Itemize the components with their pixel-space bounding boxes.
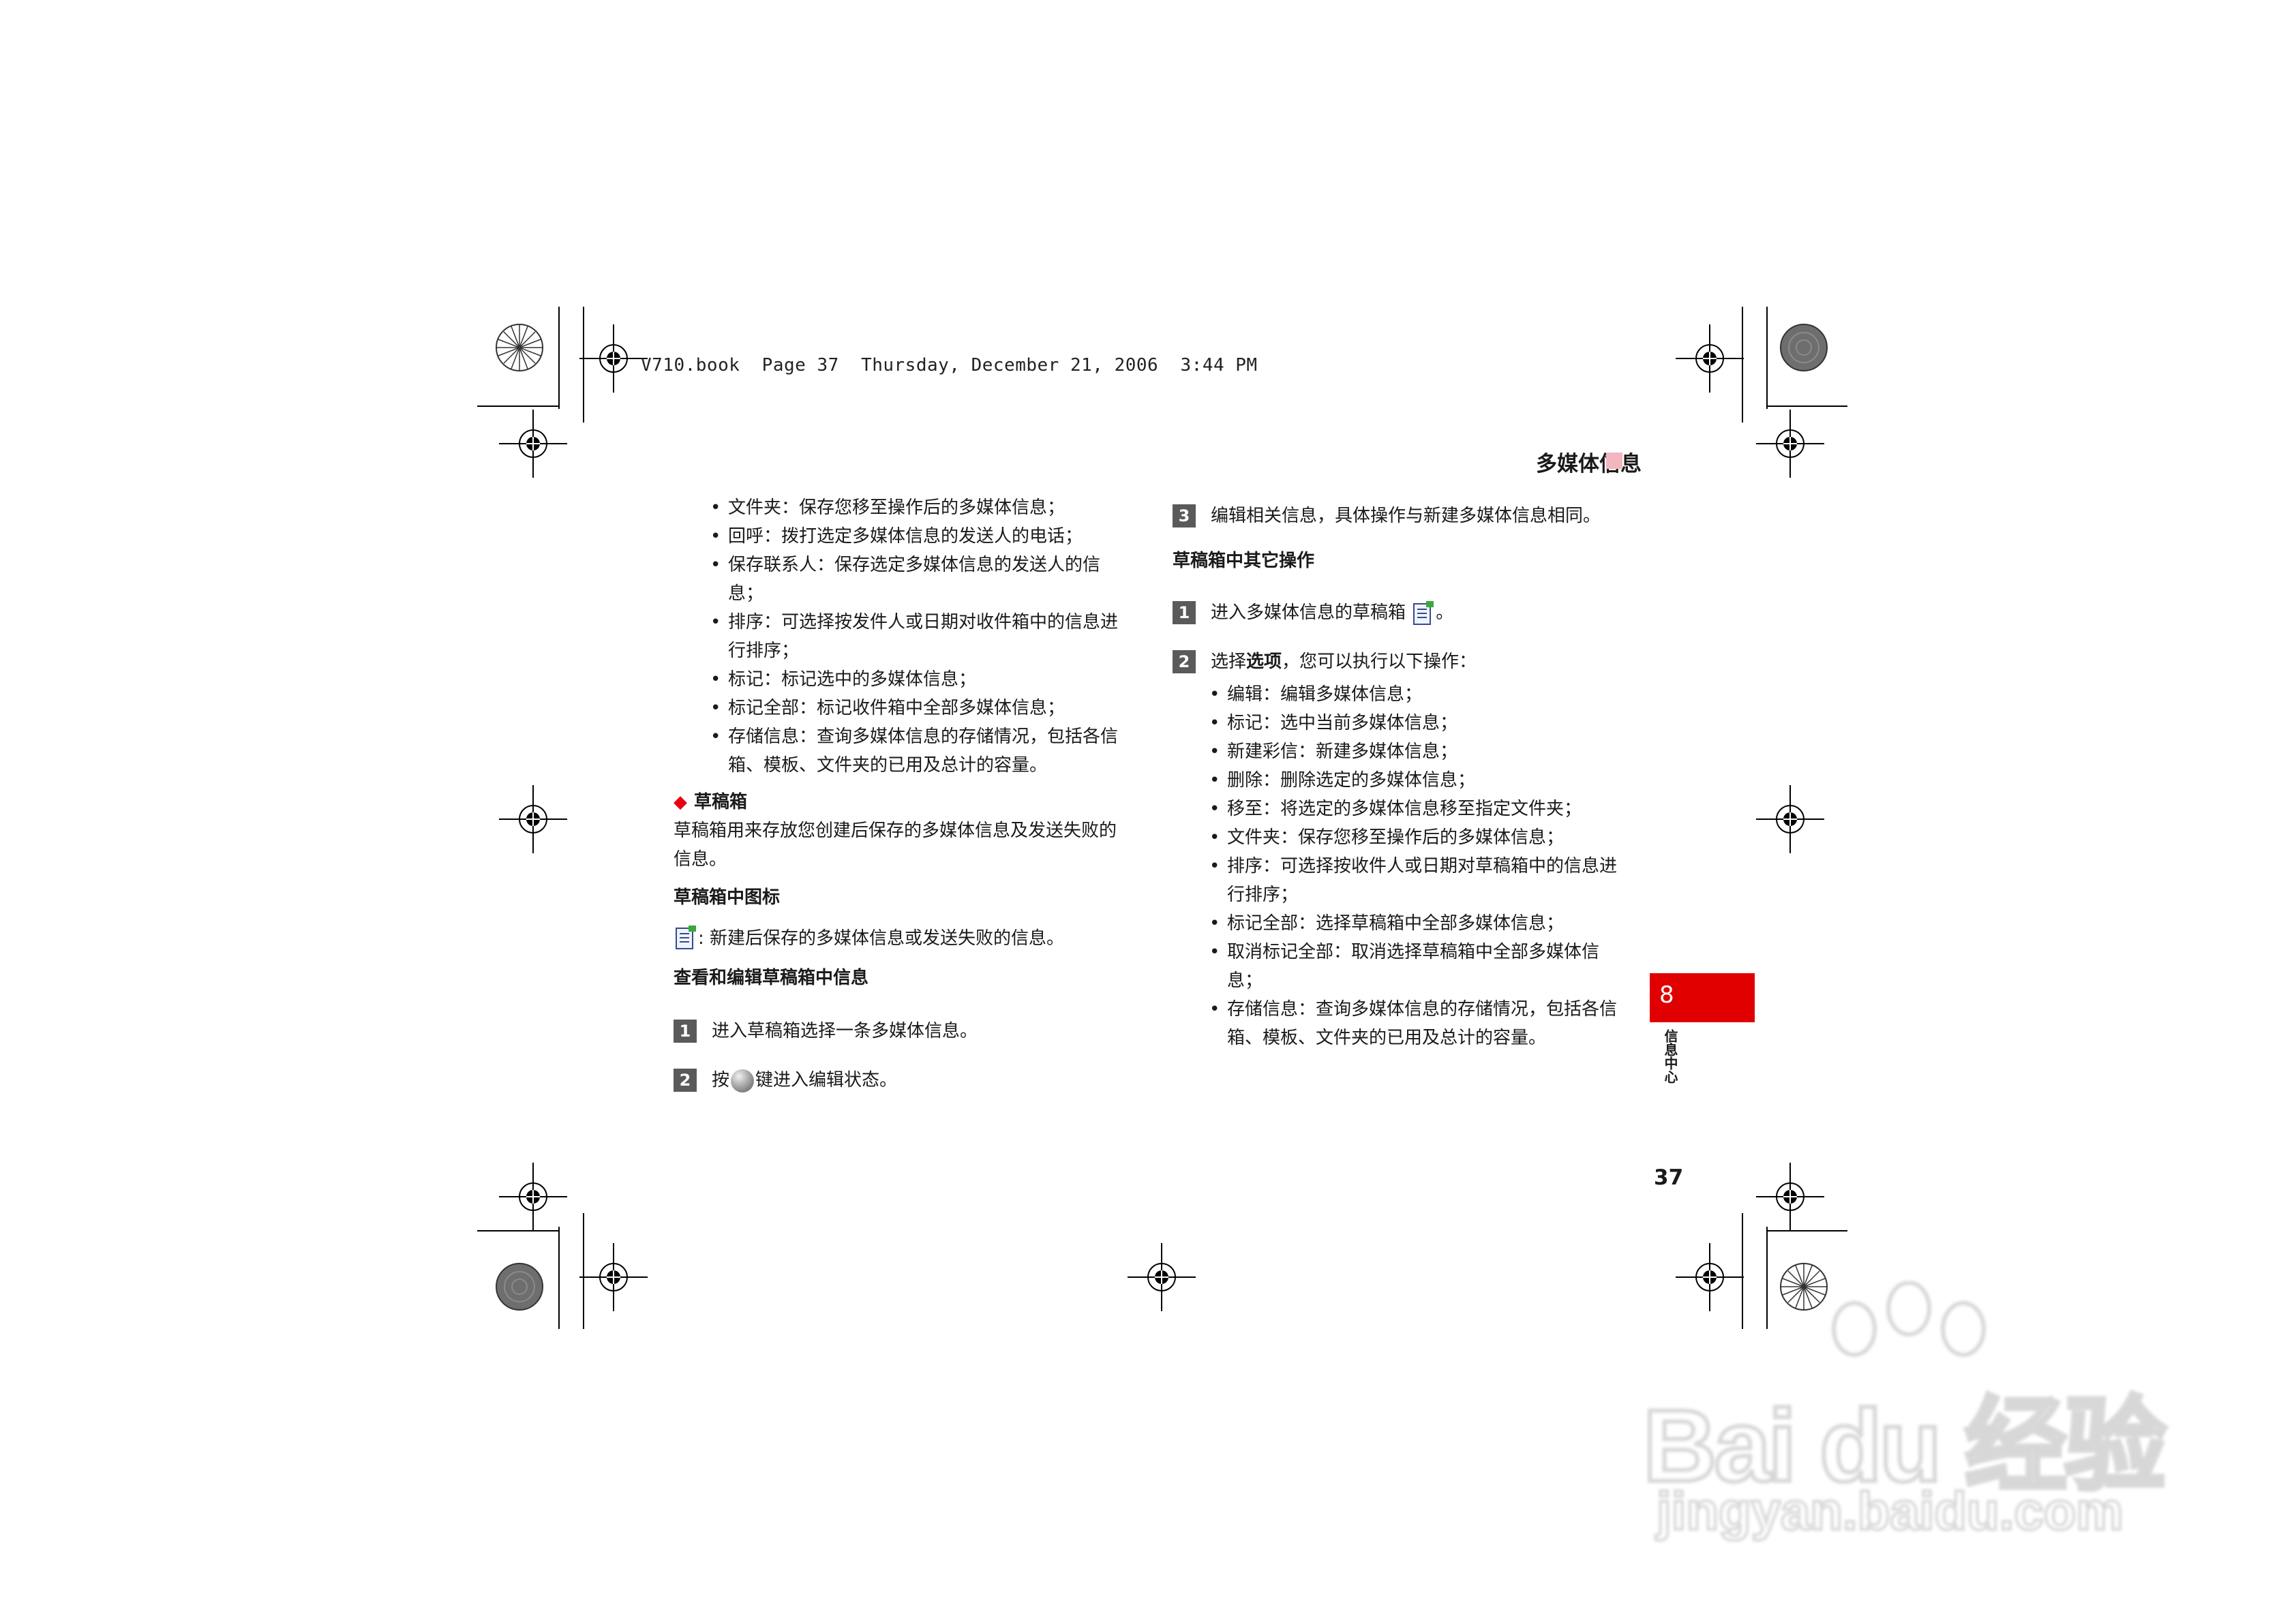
step-text-prefix: 按	[712, 1070, 730, 1090]
inbox-options-list: 文件夹：保存您移至操作后的多媒体信息； 回呼：拨打选定多媒体信息的发送人的电话；…	[674, 493, 1123, 780]
list-item: 排序：可选择按收件人或日期对草稿箱中的信息进行排序；	[1173, 852, 1622, 909]
step-text-main: 进入多媒体信息的草稿箱	[1211, 602, 1406, 623]
list-item: 标记全部：选择草稿箱中全部多媒体信息；	[1173, 909, 1622, 938]
step-item: 2 选择选项，您可以执行以下操作：	[1173, 647, 1622, 676]
list-item: 移至：将选定的多媒体信息移至指定文件夹；	[1173, 795, 1622, 823]
draft-message-icon	[676, 925, 696, 949]
step-number-badge: 3	[1173, 504, 1196, 527]
other-operations-heading: 草稿箱中其它操作	[1173, 551, 1315, 571]
draft-folder-icon	[1413, 600, 1434, 625]
list-item: 编辑：编辑多媒体信息；	[1173, 680, 1622, 709]
step-item: 1 进入多媒体信息的草稿箱 。	[1173, 598, 1622, 627]
drafts-icon-heading: 草稿箱中图标	[674, 887, 781, 908]
drafts-heading: ◆ 草稿箱	[674, 788, 1123, 816]
list-item: 标记：选中当前多媒体信息；	[1173, 709, 1622, 737]
watermark-url: jingyan.baidu.com	[1655, 1480, 2125, 1542]
step-text-suffix: 键进入编辑状态。	[755, 1070, 898, 1090]
drafts-icon-legend: : 新建后保存的多媒体信息或发送失败的信息。	[674, 924, 1123, 953]
list-item: 标记：标记选中的多媒体信息；	[674, 665, 1123, 694]
view-edit-heading: 查看和编辑草稿箱中信息	[674, 968, 869, 988]
drafts-options-list: 编辑：编辑多媒体信息； 标记：选中当前多媒体信息； 新建彩信：新建多媒体信息； …	[1173, 680, 1622, 1052]
chapter-tab: 8	[1650, 973, 1755, 1022]
list-item: 文件夹：保存您移至操作后的多媒体信息；	[1173, 823, 1622, 852]
list-item: 保存联系人：保存选定多媒体信息的发送人的信息；	[674, 551, 1123, 608]
list-item: 存储信息：查询多媒体信息的存储情况，包括各信箱、模板、文件夹的已用及总计的容量。	[674, 722, 1123, 780]
drafts-icon-description: : 新建后保存的多媒体信息或发送失败的信息。	[698, 928, 1065, 949]
list-item: 回呼：拨打选定多媒体信息的发送人的电话；	[674, 522, 1123, 551]
list-item: 删除：删除选定的多媒体信息；	[1173, 766, 1622, 795]
left-column: 文件夹：保存您移至操作后的多媒体信息； 回呼：拨打选定多媒体信息的发送人的电话；…	[674, 493, 1123, 1095]
title-square-marker	[1606, 453, 1622, 469]
list-item: 存储信息：查询多媒体信息的存储情况，包括各信箱、模板、文件夹的已用及总计的容量。	[1173, 995, 1622, 1052]
step-number-badge: 2	[674, 1069, 697, 1092]
step-number-badge: 1	[1173, 601, 1196, 624]
options-menu-label: 选项	[1246, 652, 1282, 672]
step-text-prefix: 选择	[1211, 652, 1247, 672]
step-text: 进入草稿箱选择一条多媒体信息。	[712, 1021, 978, 1041]
step-text-suffix: ，您可以执行以下操作：	[1282, 652, 1477, 672]
step-item: 3 编辑相关信息，具体操作与新建多媒体信息相同。	[1173, 502, 1622, 530]
chapter-label: 信息中心	[1662, 1029, 1678, 1084]
list-item: 新建彩信：新建多媒体信息；	[1173, 737, 1622, 766]
step-text: 按 键进入编辑状态。	[712, 1066, 1123, 1095]
diamond-icon: ◆	[674, 792, 687, 812]
list-item: 排序：可选择按发件人或日期对收件箱中的信息进行排序；	[674, 608, 1123, 665]
print-header-line: V710.book Page 37 Thursday, December 21,…	[641, 355, 1258, 376]
step-text: 选择选项，您可以执行以下操作：	[1211, 647, 1622, 676]
step-number-badge: 2	[1173, 650, 1196, 673]
section-title: 多媒体信息	[1536, 452, 1642, 476]
list-item: 取消标记全部：取消选择草稿箱中全部多媒体信息；	[1173, 938, 1622, 995]
center-key-icon	[731, 1069, 755, 1092]
step-text: 编辑相关信息，具体操作与新建多媒体信息相同。	[1211, 506, 1601, 526]
baidu-watermark: Bai du 经验 jingyan.baidu.com	[1641, 1281, 2202, 1554]
list-item: 标记全部：标记收件箱中全部多媒体信息；	[674, 694, 1123, 722]
step-item: 1 进入草稿箱选择一条多媒体信息。	[674, 1017, 1123, 1045]
step-item: 2 按 键进入编辑状态。	[674, 1066, 1123, 1095]
list-item: 文件夹：保存您移至操作后的多媒体信息；	[674, 493, 1123, 522]
step-number-badge: 1	[674, 1020, 697, 1043]
page-number: 37	[1654, 1165, 1684, 1190]
drafts-description: 草稿箱用来存放您创建后保存的多媒体信息及发送失败的信息。	[674, 821, 1117, 870]
chapter-number: 8	[1659, 981, 1674, 1009]
drafts-heading-text: 草稿箱	[694, 792, 748, 812]
step-text: 进入多媒体信息的草稿箱 。	[1211, 598, 1622, 627]
step-text-end: 。	[1436, 602, 1454, 623]
right-column: 3 编辑相关信息，具体操作与新建多媒体信息相同。 草稿箱中其它操作 1 进入多媒…	[1173, 502, 1622, 1052]
